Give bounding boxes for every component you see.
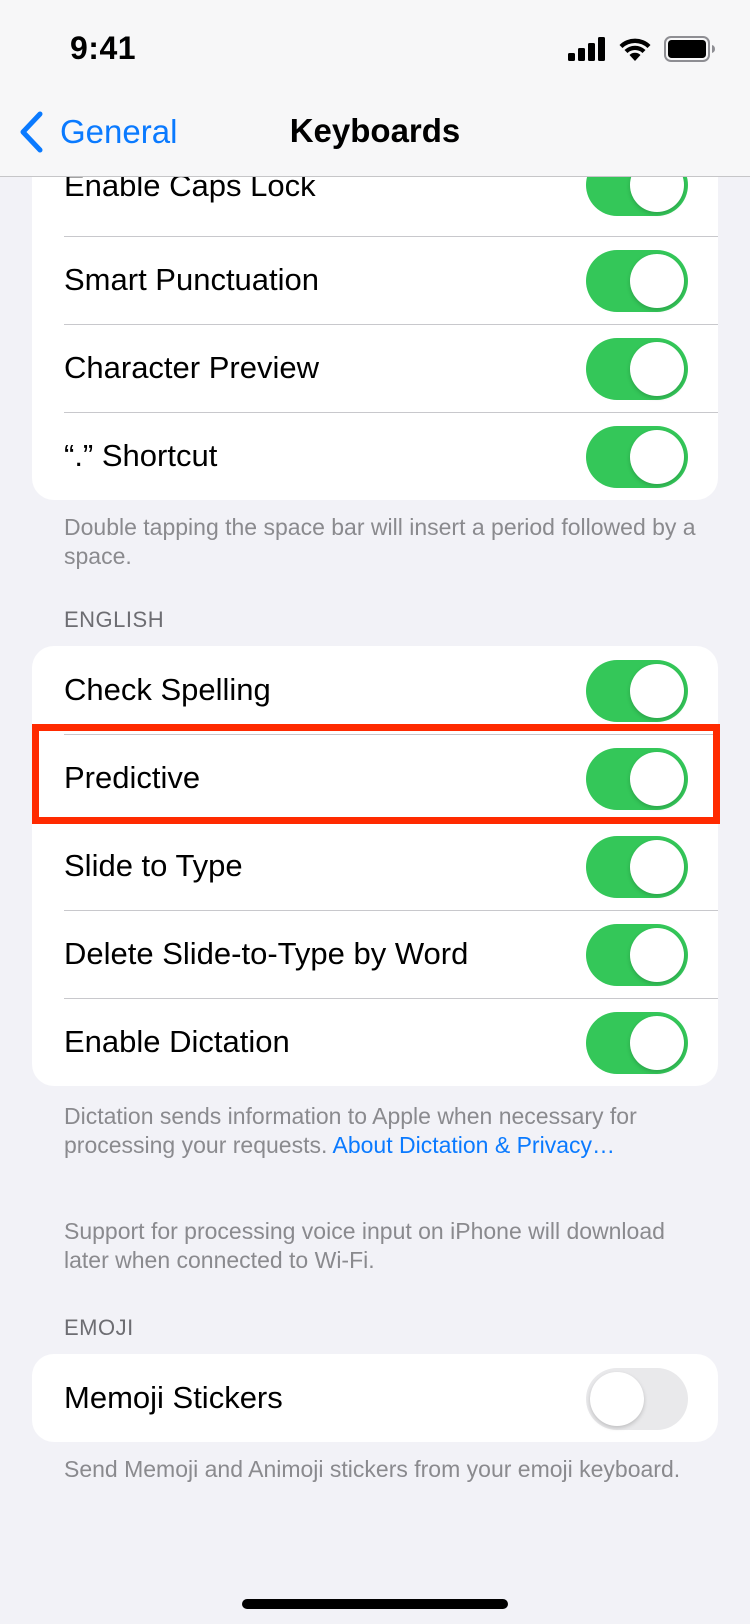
- row-label: Check Spelling: [64, 672, 271, 707]
- toggle-knob: [630, 752, 684, 806]
- dictation-footnote: Dictation sends information to Apple whe…: [64, 1102, 704, 1160]
- row-label: Character Preview: [64, 350, 319, 385]
- english-group: Check Spelling Predictive Slide to Type …: [32, 646, 718, 1086]
- row-period-shortcut: “.” Shortcut: [32, 412, 718, 500]
- row-delete-slide-to-type-by-word: Delete Slide-to-Type by Word: [32, 910, 718, 998]
- toggle-knob: [630, 840, 684, 894]
- home-indicator[interactable]: [242, 1599, 508, 1609]
- status-icons: [568, 36, 716, 62]
- toggle-slide-to-type[interactable]: [586, 836, 688, 898]
- navigation-bar: 9:41 General Keyboards: [0, 0, 750, 177]
- page-title: Keyboards: [289, 112, 461, 149]
- toggle-predictive[interactable]: [586, 748, 688, 810]
- toggle-knob: [630, 928, 684, 982]
- cellular-signal-icon: [568, 37, 605, 61]
- toggle-enable-dictation[interactable]: [586, 1012, 688, 1074]
- toggle-character-preview[interactable]: [586, 338, 688, 400]
- row-label: Delete Slide-to-Type by Word: [64, 936, 469, 971]
- row-predictive: Predictive: [32, 734, 718, 822]
- toggle-check-spelling[interactable]: [586, 660, 688, 722]
- battery-icon: [664, 36, 715, 62]
- wifi-icon: [619, 38, 651, 61]
- row-enable-dictation: Enable Dictation: [32, 998, 718, 1086]
- row-label: Slide to Type: [64, 848, 243, 883]
- emoji-group: Memoji Stickers: [32, 1354, 718, 1442]
- toggle-knob: [590, 1372, 644, 1426]
- row-label: Enable Dictation: [64, 1024, 290, 1059]
- row-label: Smart Punctuation: [64, 262, 320, 297]
- section-header-emoji: EMOJI: [64, 1315, 134, 1340]
- row-label: Predictive: [64, 760, 201, 795]
- memoji-footnote: Send Memoji and Animoji stickers from yo…: [64, 1456, 681, 1482]
- toggle-smart-punctuation[interactable]: [586, 250, 688, 312]
- row-slide-to-type: Slide to Type: [32, 822, 718, 910]
- toggle-memoji-stickers[interactable]: [586, 1368, 688, 1430]
- status-time: 9:41: [70, 30, 137, 66]
- keyboards-settings-screen: Enable Caps Lock Smart Punctuation Chara…: [0, 0, 750, 1624]
- row-label: Memoji Stickers: [64, 1380, 283, 1415]
- row-memoji-stickers: Memoji Stickers: [32, 1354, 718, 1442]
- toggle-knob: [630, 430, 684, 484]
- toggle-knob: [630, 664, 684, 718]
- about-dictation-privacy-link[interactable]: About Dictation & Privacy…: [332, 1132, 615, 1158]
- row-check-spelling: Check Spelling: [32, 646, 718, 734]
- row-character-preview: Character Preview: [32, 324, 718, 412]
- toggle-delete-slide-to-type-by-word[interactable]: [586, 924, 688, 986]
- section-header-english: ENGLISH: [64, 607, 165, 632]
- period-shortcut-footnote: Double tapping the space bar will insert…: [64, 514, 696, 569]
- keyboard-options-group: Enable Caps Lock Smart Punctuation Chara…: [32, 144, 718, 500]
- row-label: “.” Shortcut: [64, 438, 218, 473]
- row-smart-punctuation: Smart Punctuation: [32, 236, 718, 324]
- toggle-knob: [630, 342, 684, 396]
- voice-input-footnote: Support for processing voice input on iP…: [64, 1218, 665, 1273]
- toggle-knob: [630, 254, 684, 308]
- toggle-knob: [630, 1016, 684, 1070]
- toggle-period-shortcut[interactable]: [586, 426, 688, 488]
